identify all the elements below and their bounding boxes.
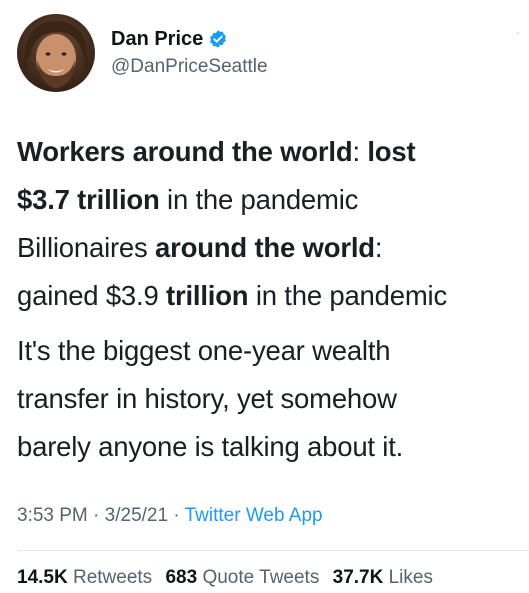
tweet-text-segment: in the pandemic	[248, 280, 447, 311]
tweet-line: barely anyone is talking about it.	[17, 431, 404, 462]
meta-separator: ·	[87, 505, 105, 526]
tweet-text-segment: lost	[367, 136, 416, 167]
likes-stat[interactable]: 37.7K Likes	[333, 567, 433, 588]
tweet-source-link[interactable]: Twitter Web App	[185, 505, 323, 526]
tweet-line: Workers around the world: lost	[17, 128, 527, 176]
tweet-time[interactable]: 3:53 PM	[17, 505, 88, 526]
more-options-icon[interactable]: ·	[516, 26, 520, 39]
tweet-date[interactable]: 3/25/21	[105, 505, 168, 526]
meta-separator: ·	[168, 505, 185, 526]
display-name-row[interactable]: Dan Price	[111, 26, 268, 52]
quote-tweets-count: 683	[165, 567, 198, 588]
user-handle[interactable]: @DanPriceSeattle	[111, 54, 268, 80]
user-names: Dan Price @DanPriceSeattle	[111, 26, 268, 80]
tweet-line: It's the biggest one-year wealth	[17, 335, 391, 366]
tweet-text-segment: in the pandemic	[159, 184, 359, 215]
tweet-text: Workers around the world: lost $3.7 trill…	[17, 128, 527, 471]
display-name[interactable]: Dan Price	[111, 26, 203, 52]
tweet-meta: 3:53 PM · 3/25/21 · Twitter Web App	[17, 503, 323, 529]
quote-tweets-stat[interactable]: 683 Quote Tweets	[165, 567, 319, 588]
retweets-stat[interactable]: 14.5K Retweets	[17, 567, 152, 588]
tweet-text-segment: $3.7 trillion	[17, 184, 160, 215]
likes-label: Likes	[388, 567, 433, 588]
tweet-line: transfer in history, yet somehow	[17, 383, 397, 414]
verified-badge-icon	[208, 29, 228, 49]
tweet-text-segment: Workers around the world	[17, 136, 353, 167]
tweet-card: Dan Price @DanPriceSeattle · Workers aro…	[0, 0, 529, 593]
tweet-text-segment: around the world	[155, 232, 375, 263]
tweet-line: Billionaires around the world:	[17, 224, 527, 272]
avatar[interactable]	[17, 14, 95, 92]
tweet-text-segment: :	[374, 232, 383, 263]
tweet-text-segment: trillion	[165, 280, 249, 311]
tweet-line: $3.7 trillion in the pandemic	[17, 176, 527, 224]
tweet-paragraph-2: It's the biggest one-year wealth transfe…	[17, 327, 527, 471]
retweets-label: Retweets	[72, 567, 153, 588]
tweet-text-segment: Billionaires	[17, 232, 156, 263]
divider	[17, 550, 529, 551]
quote-tweets-label: Quote Tweets	[202, 567, 320, 588]
likes-count: 37.7K	[332, 567, 384, 588]
tweet-line: gained $3.9 trillion in the pandemic	[17, 272, 527, 320]
tweet-text-segment: gained $3.9	[17, 280, 166, 311]
tweet-text-segment: :	[352, 136, 368, 167]
tweet-stats: 14.5K Retweets 683 Quote Tweets 37.7K Li…	[17, 565, 433, 591]
retweets-count: 14.5K	[17, 567, 68, 588]
tweet-header: Dan Price @DanPriceSeattle	[17, 14, 268, 92]
tweet-paragraph-1: Workers around the world: lost $3.7 trill…	[17, 128, 527, 320]
